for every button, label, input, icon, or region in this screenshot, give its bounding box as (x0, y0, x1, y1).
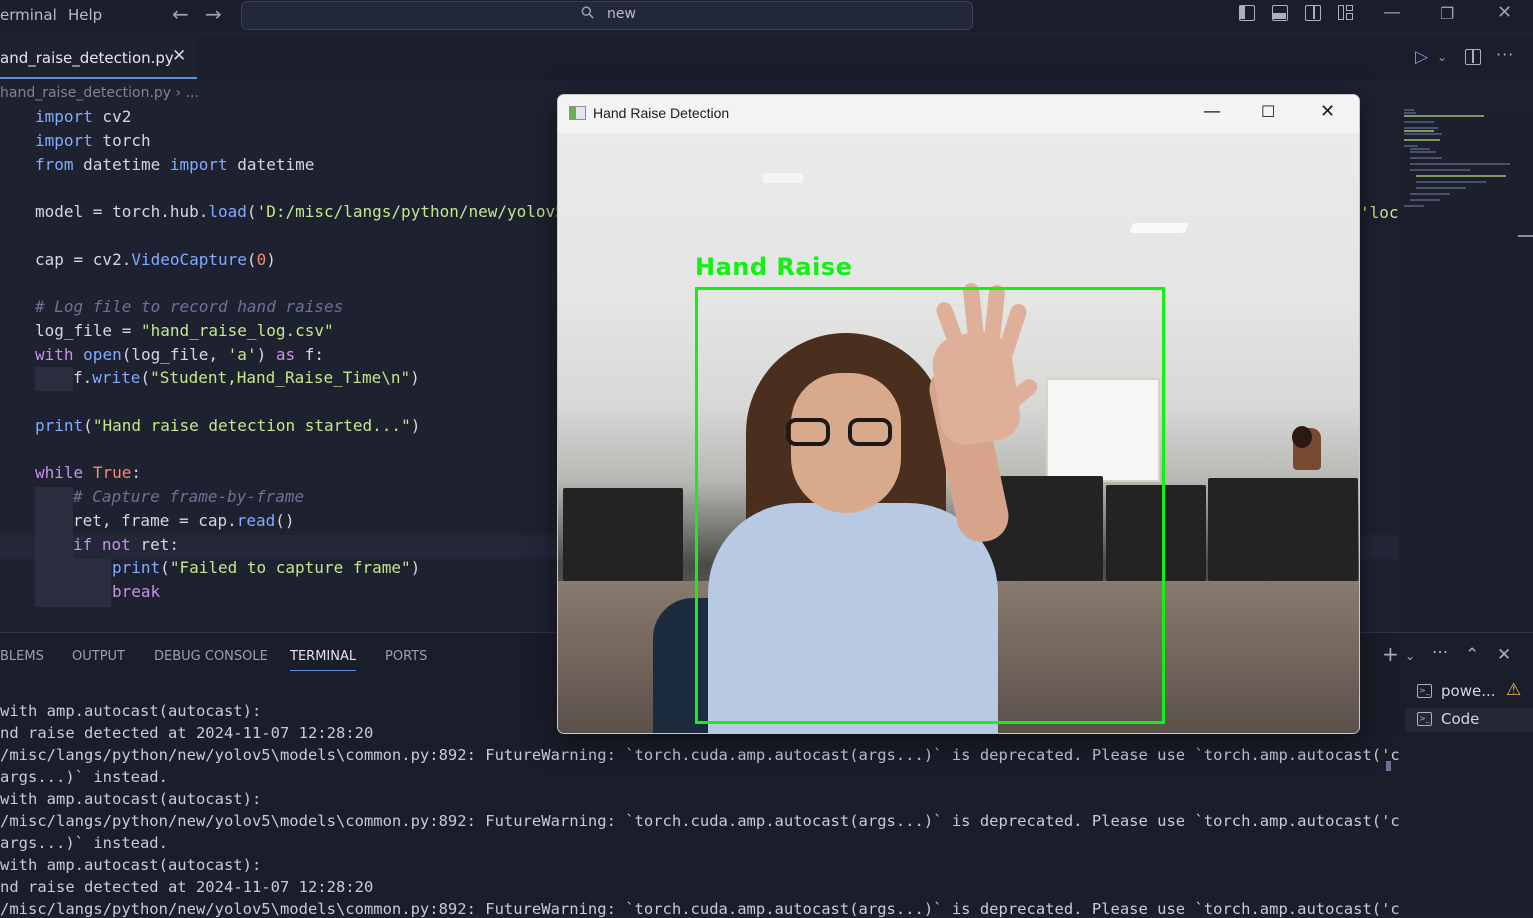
code-line: f.write("Student,Hand_Raise_Time\n") (73, 368, 420, 387)
background-person-head (1292, 426, 1312, 448)
title-bar: erminal Help ← → ⚲ new — ❐ ✕ (0, 0, 1533, 32)
more-actions-icon[interactable]: ··· (1496, 45, 1514, 64)
menu-terminal[interactable]: erminal (0, 6, 57, 24)
back-arrow-icon[interactable]: ← (172, 2, 189, 26)
tab-label: and_raise_detection.py (0, 49, 174, 67)
run-python-icon[interactable]: ▷ (1415, 47, 1428, 67)
toggle-panel-icon[interactable] (1272, 5, 1288, 21)
tab-output[interactable]: OUTPUT (72, 649, 125, 664)
terminal-line: with amp.autocast(autocast): (0, 702, 262, 720)
forward-arrow-icon[interactable]: → (205, 2, 222, 26)
indent-guide (73, 559, 111, 583)
code-line: with open(log_file, 'a') as f: (35, 345, 325, 364)
maximize-panel-icon[interactable]: ⌃ (1465, 645, 1479, 665)
indent-guide (35, 511, 73, 535)
minimize-icon[interactable]: — (1203, 101, 1221, 122)
app-icon (569, 106, 586, 120)
breadcrumb[interactable]: hand_raise_detection.py › ... (0, 85, 199, 101)
terminal-list-panel: + ⌄ ··· ⌃ ✕ >_ powe... ⚠ >_ Code (1382, 632, 1533, 914)
code-line: break (112, 582, 161, 601)
terminal-line: args...)` instead. (0, 768, 168, 786)
code-line: from datetime import datetime (35, 155, 315, 174)
code-line: cap = cv2.VideoCapture(0) (35, 250, 276, 269)
toggle-secondary-sidebar-icon[interactable] (1305, 5, 1321, 21)
search-icon: ⚲ (576, 1, 600, 25)
code-line: while True: (35, 463, 141, 482)
indent-guide (35, 583, 73, 607)
split-editor-icon[interactable] (1465, 49, 1481, 65)
terminal-line: with amp.autocast(autocast): (0, 790, 262, 808)
restore-icon[interactable]: ❐ (1440, 4, 1454, 23)
terminal-line: nd raise detected at 2024-11-07 12:28:20 (0, 724, 374, 742)
terminal-icon: >_ (1417, 684, 1432, 698)
toggle-primary-sidebar-icon[interactable] (1239, 5, 1255, 21)
terminal-line: /misc/langs/python/new/yolov5\models\com… (0, 900, 1438, 918)
editor-tab[interactable]: and_raise_detection.py ✕ (0, 37, 197, 79)
background-monitor (1208, 478, 1358, 581)
menu-help[interactable]: Help (68, 6, 102, 24)
indent-guide (35, 535, 73, 559)
code-line: ret, frame = cap.read() (73, 511, 295, 530)
terminal-line: /misc/langs/python/new/yolov5\models\com… (0, 812, 1438, 830)
terminal-line: args...)` instead. (0, 834, 168, 852)
editor-tab-bar: and_raise_detection.py ✕ (0, 37, 1533, 79)
warning-icon: ⚠ (1506, 680, 1522, 700)
minimize-icon[interactable]: — (1383, 2, 1401, 23)
close-panel-icon[interactable]: ✕ (1497, 645, 1511, 665)
terminal-line: with amp.autocast(autocast): (0, 856, 262, 874)
minimap[interactable] (1398, 105, 1533, 632)
command-center-search[interactable]: ⚲ new (241, 1, 973, 30)
indent-guide (35, 367, 73, 391)
minimap-scroll-indicator (1518, 235, 1533, 237)
detection-label: Hand Raise (695, 253, 853, 281)
code-line: print("Failed to capture frame") (112, 558, 421, 577)
terminal-entry-powershell[interactable]: >_ powe... ⚠ (1405, 680, 1533, 704)
indent-guide (35, 559, 73, 583)
terminal-scrollbar[interactable] (1386, 761, 1391, 771)
tab-terminal[interactable]: TERMINAL (290, 649, 357, 671)
terminal-line: nd raise detected at 2024-11-07 12:28:20 (0, 878, 374, 896)
terminal-icon: >_ (1417, 712, 1432, 726)
chevron-down-icon[interactable]: ⌄ (1437, 50, 1447, 64)
indent-guide (35, 487, 73, 511)
new-terminal-icon[interactable]: + (1382, 642, 1399, 666)
code-line: if not ret: (73, 535, 179, 554)
background-monitor (563, 488, 683, 581)
search-text: new (607, 6, 636, 22)
ceiling-light (763, 173, 803, 183)
code-line: import torch (35, 131, 151, 150)
code-line: import cv2 (35, 107, 132, 126)
window-title: Hand Raise Detection (593, 105, 730, 121)
tab-ports[interactable]: PORTS (385, 649, 427, 664)
tab-problems[interactable]: BLEMS (0, 649, 44, 664)
code-comment: # Capture frame-by-frame (73, 487, 305, 506)
maximize-icon[interactable]: ☐ (1261, 102, 1275, 121)
window-title-bar[interactable]: Hand Raise Detection — ☐ ✕ (558, 95, 1359, 133)
terminal-name: powe... (1441, 682, 1496, 700)
tab-close-icon[interactable]: ✕ (172, 46, 186, 66)
chevron-down-icon[interactable]: ⌄ (1405, 649, 1415, 663)
code-line: model = torch.hub.load('D:/misc/langs/py… (35, 202, 565, 221)
customize-layout-icon[interactable] (1338, 5, 1354, 21)
ceiling-light (1129, 223, 1189, 233)
detection-bounding-box (695, 287, 1165, 724)
more-actions-icon[interactable]: ··· (1432, 643, 1448, 663)
code-line: log_file = "hand_raise_log.csv" (35, 321, 334, 340)
terminal-name: Code (1441, 710, 1480, 728)
code-comment: # Log file to record hand raises (35, 297, 344, 316)
terminal-entry-code[interactable]: >_ Code (1405, 708, 1533, 732)
hand-raise-detection-window[interactable]: Hand Raise Detection — ☐ ✕ Hand Raise (557, 94, 1360, 734)
indent-guide (73, 583, 111, 607)
close-window-icon[interactable]: ✕ (1497, 2, 1512, 23)
terminal-line: /misc/langs/python/new/yolov5\models\com… (0, 746, 1438, 764)
close-icon[interactable]: ✕ (1320, 101, 1335, 122)
tab-debug-console[interactable]: DEBUG CONSOLE (154, 649, 268, 664)
camera-feed: Hand Raise (558, 133, 1359, 733)
code-line: print("Hand raise detection started...") (35, 416, 421, 435)
